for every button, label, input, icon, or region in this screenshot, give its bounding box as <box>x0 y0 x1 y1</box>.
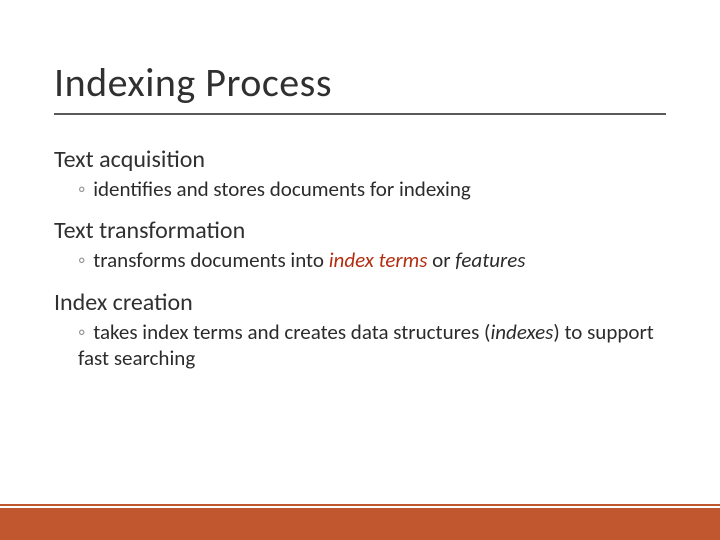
section-heading: Index creation <box>54 288 666 317</box>
section-bullet: ◦ identifies and stores documents for in… <box>54 176 666 202</box>
bullet-icon: ◦ <box>78 319 90 345</box>
bullet-text: takes index terms and creates data struc… <box>93 319 490 345</box>
bullet-icon: ◦ <box>78 176 90 202</box>
section-text-transformation: Text transformation ◦ transforms documen… <box>54 216 666 273</box>
bullet-text: or <box>427 247 455 273</box>
bullet-text: transforms documents into <box>93 247 329 273</box>
slide: Indexing Process Text acquisition ◦ iden… <box>0 0 720 540</box>
slide-body: Text acquisition ◦ identifies and stores… <box>54 145 666 385</box>
section-index-creation: Index creation ◦ takes index terms and c… <box>54 288 666 372</box>
bullet-icon: ◦ <box>78 247 90 273</box>
section-heading: Text acquisition <box>54 145 666 174</box>
bullet-text: identifies and stores documents for inde… <box>93 176 471 202</box>
section-bullet: ◦ takes index terms and creates data str… <box>54 319 666 372</box>
slide-title: Indexing Process <box>54 58 666 115</box>
bullet-text-emph: indexes <box>490 319 553 345</box>
bullet-text-emph: index terms <box>329 247 428 273</box>
section-heading: Text transformation <box>54 216 666 245</box>
section-bullet: ◦ transforms documents into index terms … <box>54 247 666 273</box>
footer-accent-bar <box>0 508 720 540</box>
section-text-acquisition: Text acquisition ◦ identifies and stores… <box>54 145 666 202</box>
bullet-text-emph: features <box>455 247 525 273</box>
